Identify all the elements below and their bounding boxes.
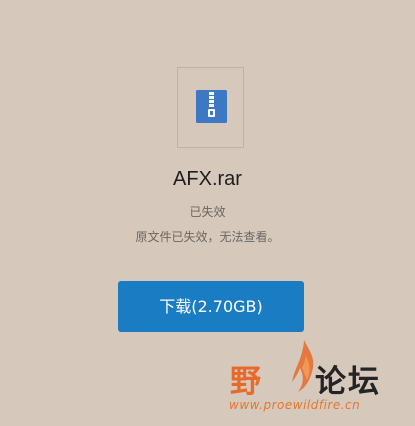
watermark-text-left: 野 <box>230 364 263 400</box>
zip-file-icon <box>196 90 227 123</box>
download-button[interactable]: 下载(2.70GB) <box>118 281 304 332</box>
file-thumbnail <box>177 67 244 148</box>
watermark: 野 论坛 www.proewildfire.cn <box>228 340 408 420</box>
flame-icon <box>292 340 314 392</box>
file-name: AFX.rar <box>173 168 242 190</box>
status-description: 原文件已失效，无法查看。 <box>135 230 280 244</box>
status-label: 已失效 <box>189 205 226 219</box>
watermark-text-right: 论坛 <box>315 364 381 400</box>
watermark-url: www.proewildfire.cn <box>229 398 361 412</box>
